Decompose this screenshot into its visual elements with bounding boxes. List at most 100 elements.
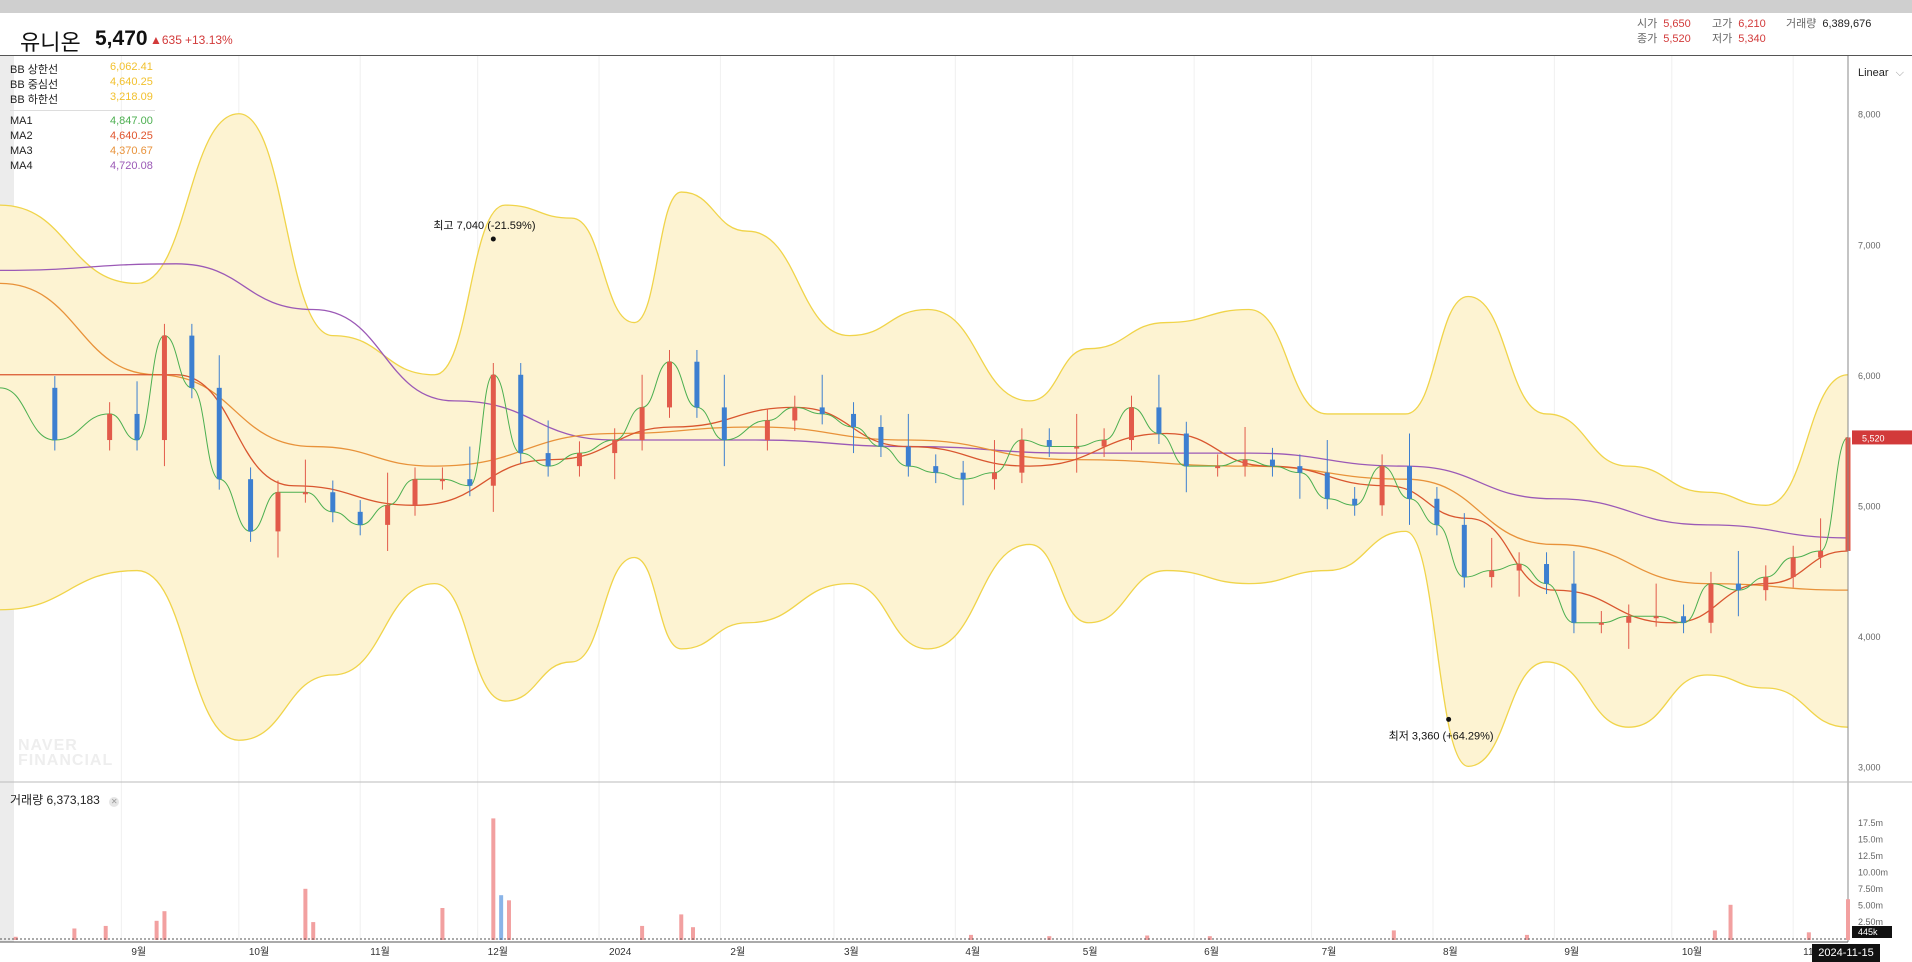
candle-body (694, 361, 700, 408)
candle-body (545, 453, 551, 467)
x-tick-label: 10월 (249, 946, 269, 958)
x-tick-label: 7월 (1322, 946, 1337, 958)
scale-mode-label: Linear (1858, 67, 1889, 79)
x-tick-label: 11월 (370, 946, 390, 958)
x-tick-label: 9월 (131, 946, 146, 958)
candle-body (1626, 616, 1632, 623)
open-value: 5,650 (1663, 18, 1691, 30)
x-tick-label: 5월 (1083, 946, 1098, 958)
volume-panel-title: 거래량 (10, 793, 44, 807)
low-label: 저가 (1712, 33, 1733, 45)
candle-body (412, 479, 418, 506)
candle-body (933, 466, 939, 473)
legend-divider (10, 110, 155, 111)
volume-bar (640, 925, 645, 940)
candle-body (819, 407, 825, 414)
volume-bar (506, 900, 511, 940)
candle-body (467, 479, 473, 486)
x-tick-label: 6월 (1204, 946, 1219, 958)
volume-panel-label: 거래량 6,373,183 ✕ (10, 791, 120, 808)
price-change-pct: +13.13% (185, 33, 233, 47)
candle-body (1681, 616, 1687, 623)
low-block: 저가 5,340 (1712, 30, 1766, 46)
candle-body (1046, 440, 1052, 447)
y-tick-label: 3,000 (1858, 762, 1881, 772)
volume-bar (72, 928, 77, 940)
candle-body (612, 440, 618, 454)
legend-row-ma1: MA1 4,847.00 (10, 115, 155, 130)
candle-body (851, 413, 857, 427)
legend-value: 6,062.41 (110, 61, 153, 73)
candle-body (1790, 557, 1796, 578)
open-label: 시가 (1637, 18, 1658, 30)
legend-row-bb-lower: BB 하한선 3,218.09 (10, 91, 155, 106)
candle-body (576, 453, 582, 467)
candle-body (1074, 446, 1080, 449)
volume-block: 거래량 6,389,676 (1786, 15, 1871, 31)
candle-body (1242, 459, 1248, 467)
candle-body (107, 413, 113, 441)
volume-tick-label: 5.00m (1858, 901, 1883, 911)
candle-body (1735, 583, 1741, 591)
candle-body (302, 492, 308, 495)
candle-body (991, 472, 997, 480)
candle-body (1489, 570, 1495, 578)
extreme-marker (490, 236, 496, 242)
x-tick-label: 3월 (844, 946, 859, 958)
x-tick-label: 2월 (730, 946, 745, 958)
close-icon[interactable]: ✕ (109, 797, 120, 807)
legend-row-ma2: MA2 4,640.25 (10, 130, 155, 145)
candle-body (960, 472, 966, 480)
candle-body (1156, 407, 1162, 434)
candle-body (1215, 466, 1221, 469)
legend-label: BB 하한선 (10, 94, 59, 106)
legend-label: MA3 (10, 145, 33, 157)
candle-body (330, 492, 336, 512)
scale-mode-dropdown[interactable]: Linear ⌵ (1858, 67, 1904, 80)
legend-value: 4,640.25 (110, 130, 153, 142)
volume-bar (691, 927, 695, 940)
current-price-tag-label: 5,520 (1862, 433, 1885, 443)
legend-value: 4,847.00 (110, 115, 153, 127)
watermark-line: NAVER (18, 737, 78, 754)
candle-body (439, 479, 445, 482)
candle-body (1379, 466, 1385, 506)
candle-body (161, 335, 167, 441)
volume-panel-value: 6,373,183 (46, 793, 100, 807)
candle-body (134, 413, 140, 441)
price-change: ▲635 (150, 33, 182, 47)
watermark-line: FINANCIAL (18, 752, 114, 769)
candle-body (639, 407, 645, 441)
high-value: 6,210 (1738, 18, 1766, 30)
volume-bar (491, 818, 496, 940)
candle-body (1516, 564, 1522, 571)
legend-row-bb-upper: BB 상한선 6,062.41 (10, 61, 155, 76)
chart-frame: 최고 7,040 (-21.59%) 최저 3,360 (+64.29%) 8,00… (0, 0, 1912, 962)
candle-body (1461, 524, 1467, 578)
legend-row-ma3: MA3 4,370.67 (10, 145, 155, 160)
volume-bar (1728, 904, 1733, 940)
low-value: 5,340 (1738, 33, 1766, 45)
y-tick-label: 4,000 (1858, 632, 1881, 642)
volume-tick-label: 7.50m (1858, 884, 1883, 894)
volume-value: 6,389,676 (1822, 18, 1872, 30)
chevron-down-icon: ⌵ (1895, 67, 1904, 79)
legend-label: MA2 (10, 130, 33, 142)
legend-label: MA1 (10, 115, 33, 127)
candle-body (1101, 440, 1107, 447)
close-label: 종가 (1637, 33, 1658, 45)
volume-label: 거래량 (1786, 18, 1817, 30)
price-chart-svg[interactable]: 최고 7,040 (-21.59%) 최저 3,360 (+64.29%) 8,00… (0, 0, 1912, 962)
legend-row-ma4: MA4 4,720.08 (10, 160, 155, 175)
candle-body (216, 387, 222, 480)
candle-body (1297, 466, 1303, 473)
candle-body (792, 407, 798, 421)
candle-body (1183, 433, 1189, 467)
candle-body (878, 426, 884, 447)
candle-body (1129, 407, 1135, 441)
stock-header: 유니온 5,470 ▲635 +13.13% 시가 5,650 고가 6,210 거… (0, 13, 1912, 56)
volume-tick-label: 2.50m (1858, 917, 1883, 927)
y-tick-label: 8,000 (1858, 110, 1881, 120)
x-tick-label: 10월 (1682, 946, 1702, 958)
current-date-tag: 2024-11-15 (1812, 944, 1880, 962)
